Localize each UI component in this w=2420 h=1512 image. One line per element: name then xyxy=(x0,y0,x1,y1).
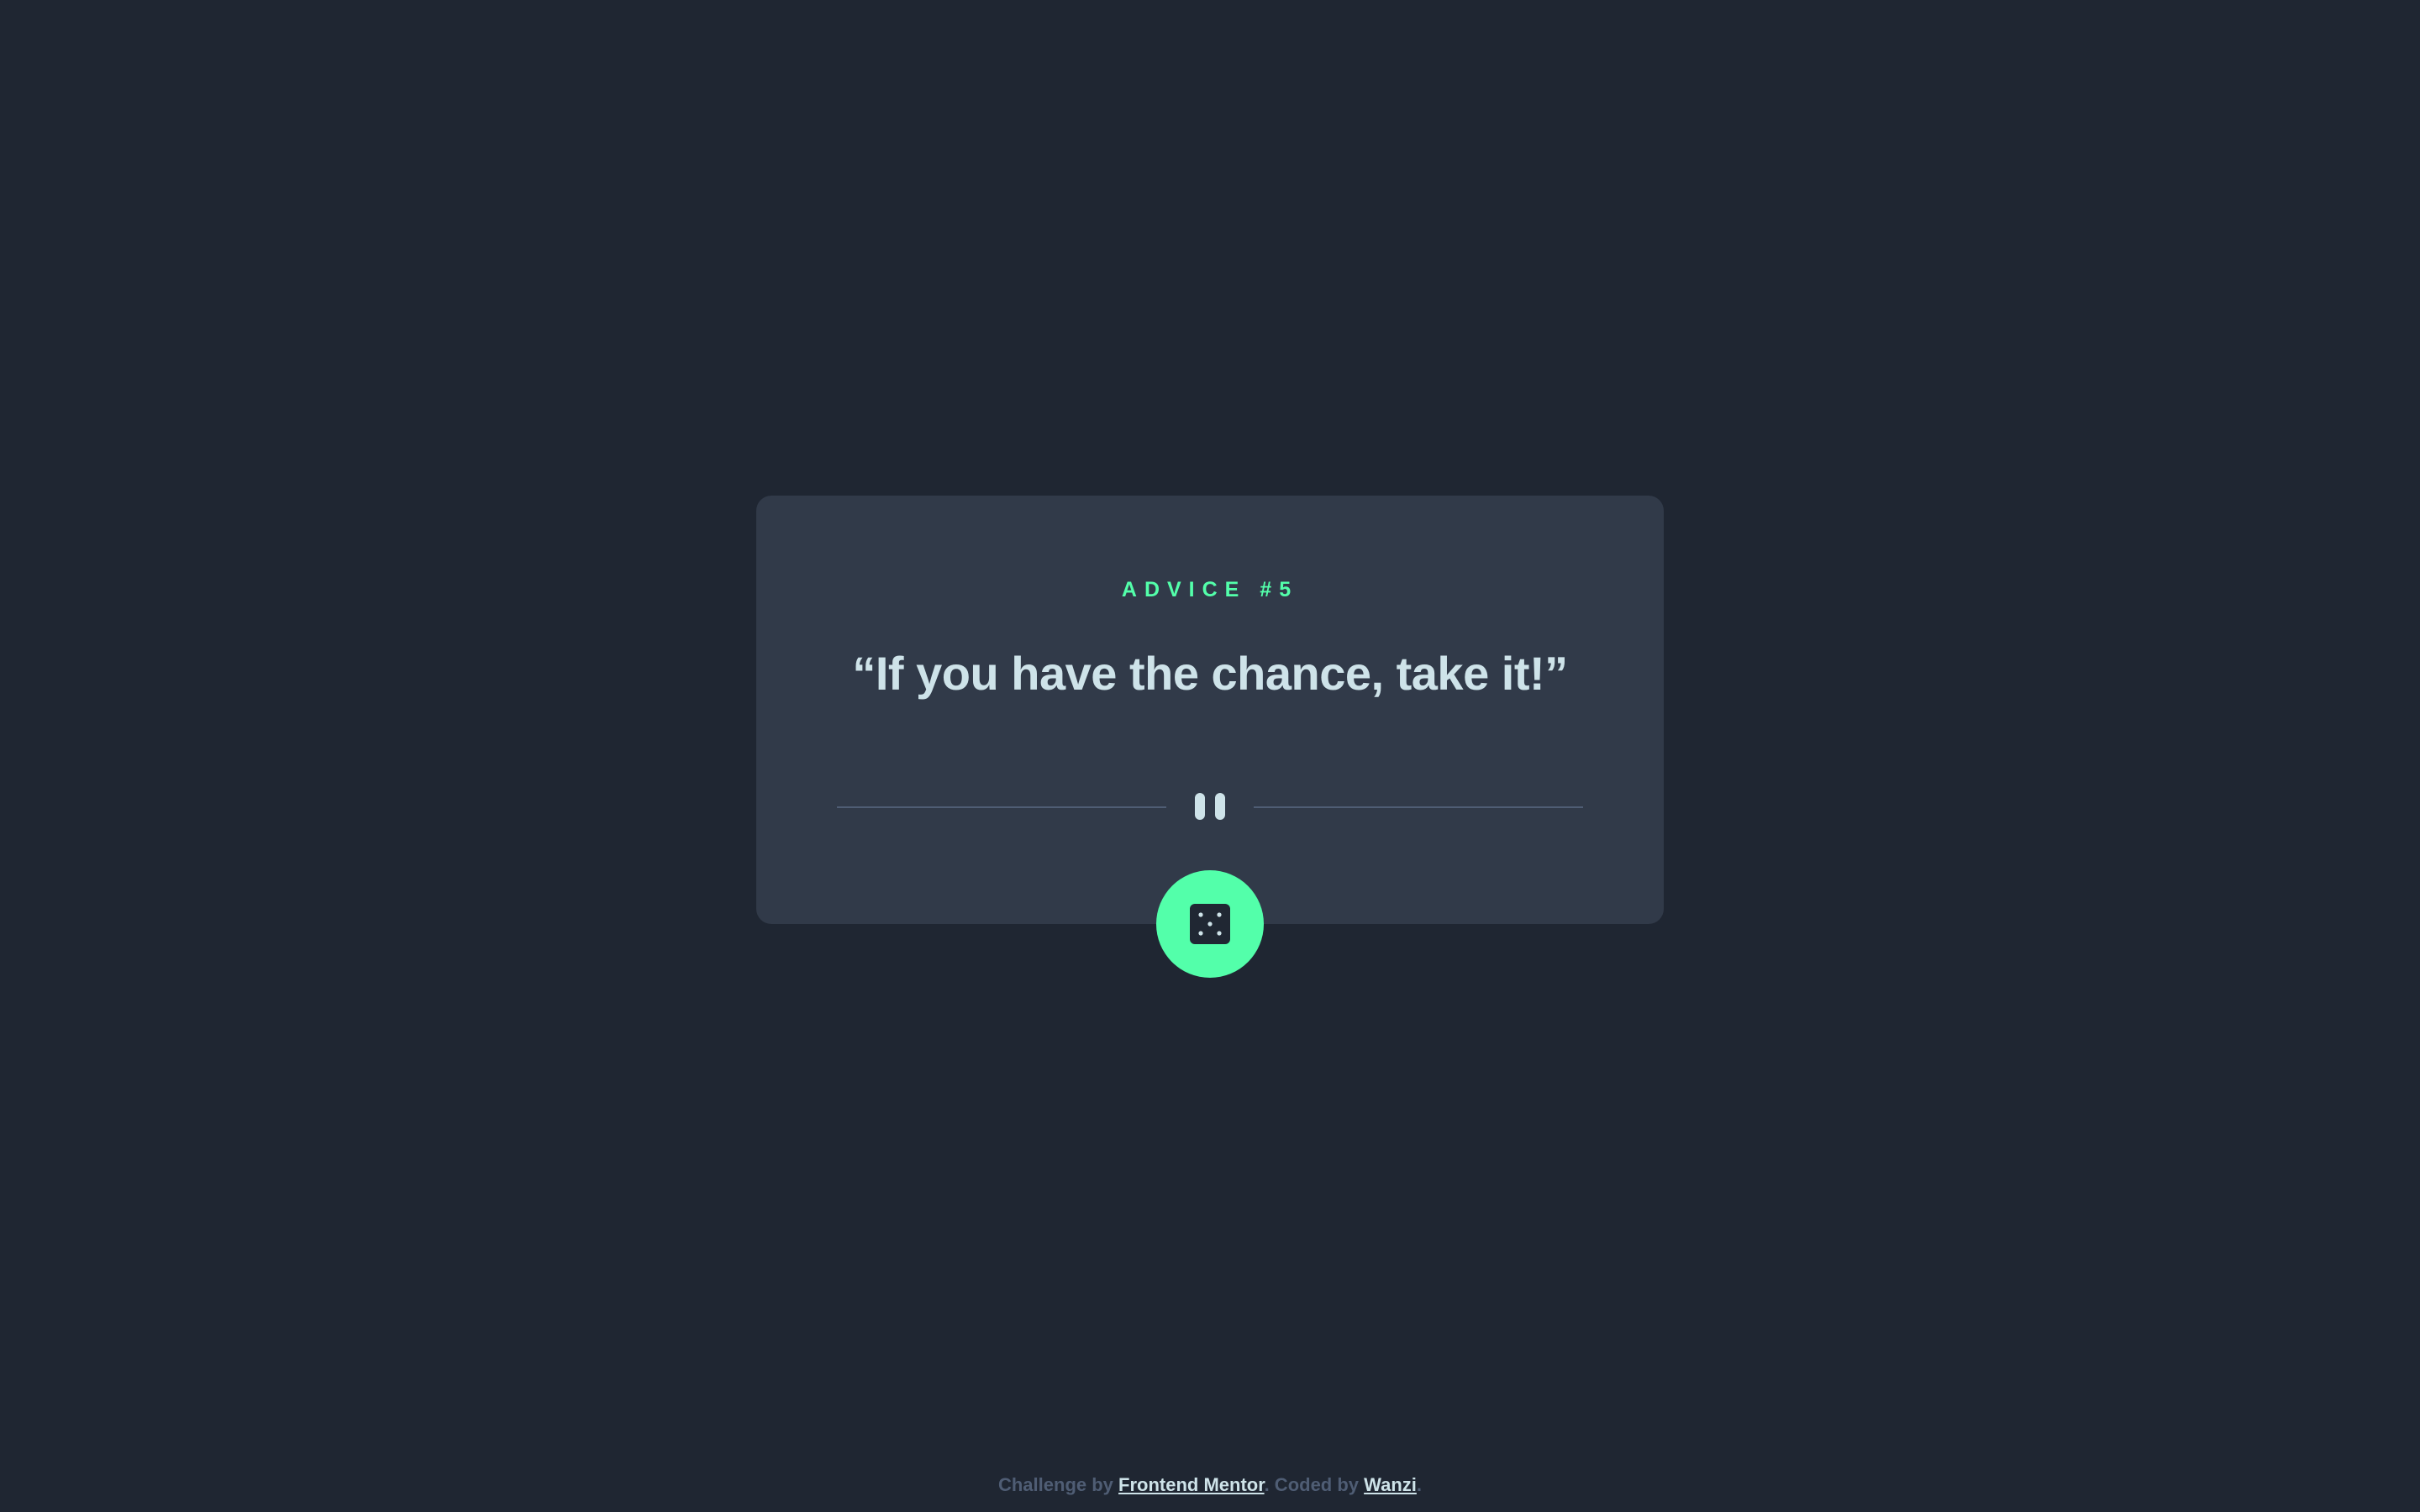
frontend-mentor-link[interactable]: Frontend Mentor xyxy=(1118,1474,1265,1495)
pause-bar-left xyxy=(1195,793,1205,820)
divider-line-left xyxy=(837,806,1166,808)
advice-label: ADVICE #5 xyxy=(756,578,1664,602)
footer-challenge-text: Challenge by xyxy=(997,1474,1119,1495)
advice-card: ADVICE #5 “If you have the chance, take … xyxy=(756,496,1664,924)
advice-quote: “If you have the chance, take it!” xyxy=(852,647,1568,700)
footer-suffix: . xyxy=(1416,1474,1422,1495)
advice-label-prefix: ADVICE # xyxy=(1121,578,1280,601)
author-link[interactable]: Wanzi xyxy=(1364,1474,1417,1495)
attribution-footer: Challenge by Frontend Mentor. Coded by W… xyxy=(0,1474,2420,1496)
divider xyxy=(837,790,1583,823)
footer-coded-text: . Coded by xyxy=(1264,1474,1365,1495)
advice-number: 5 xyxy=(1279,578,1299,601)
new-advice-button[interactable] xyxy=(1156,870,1264,978)
pause-icon xyxy=(1192,793,1228,820)
dice-icon xyxy=(1190,904,1230,944)
divider-line-right xyxy=(1254,806,1583,808)
pause-bar-right xyxy=(1215,793,1225,820)
